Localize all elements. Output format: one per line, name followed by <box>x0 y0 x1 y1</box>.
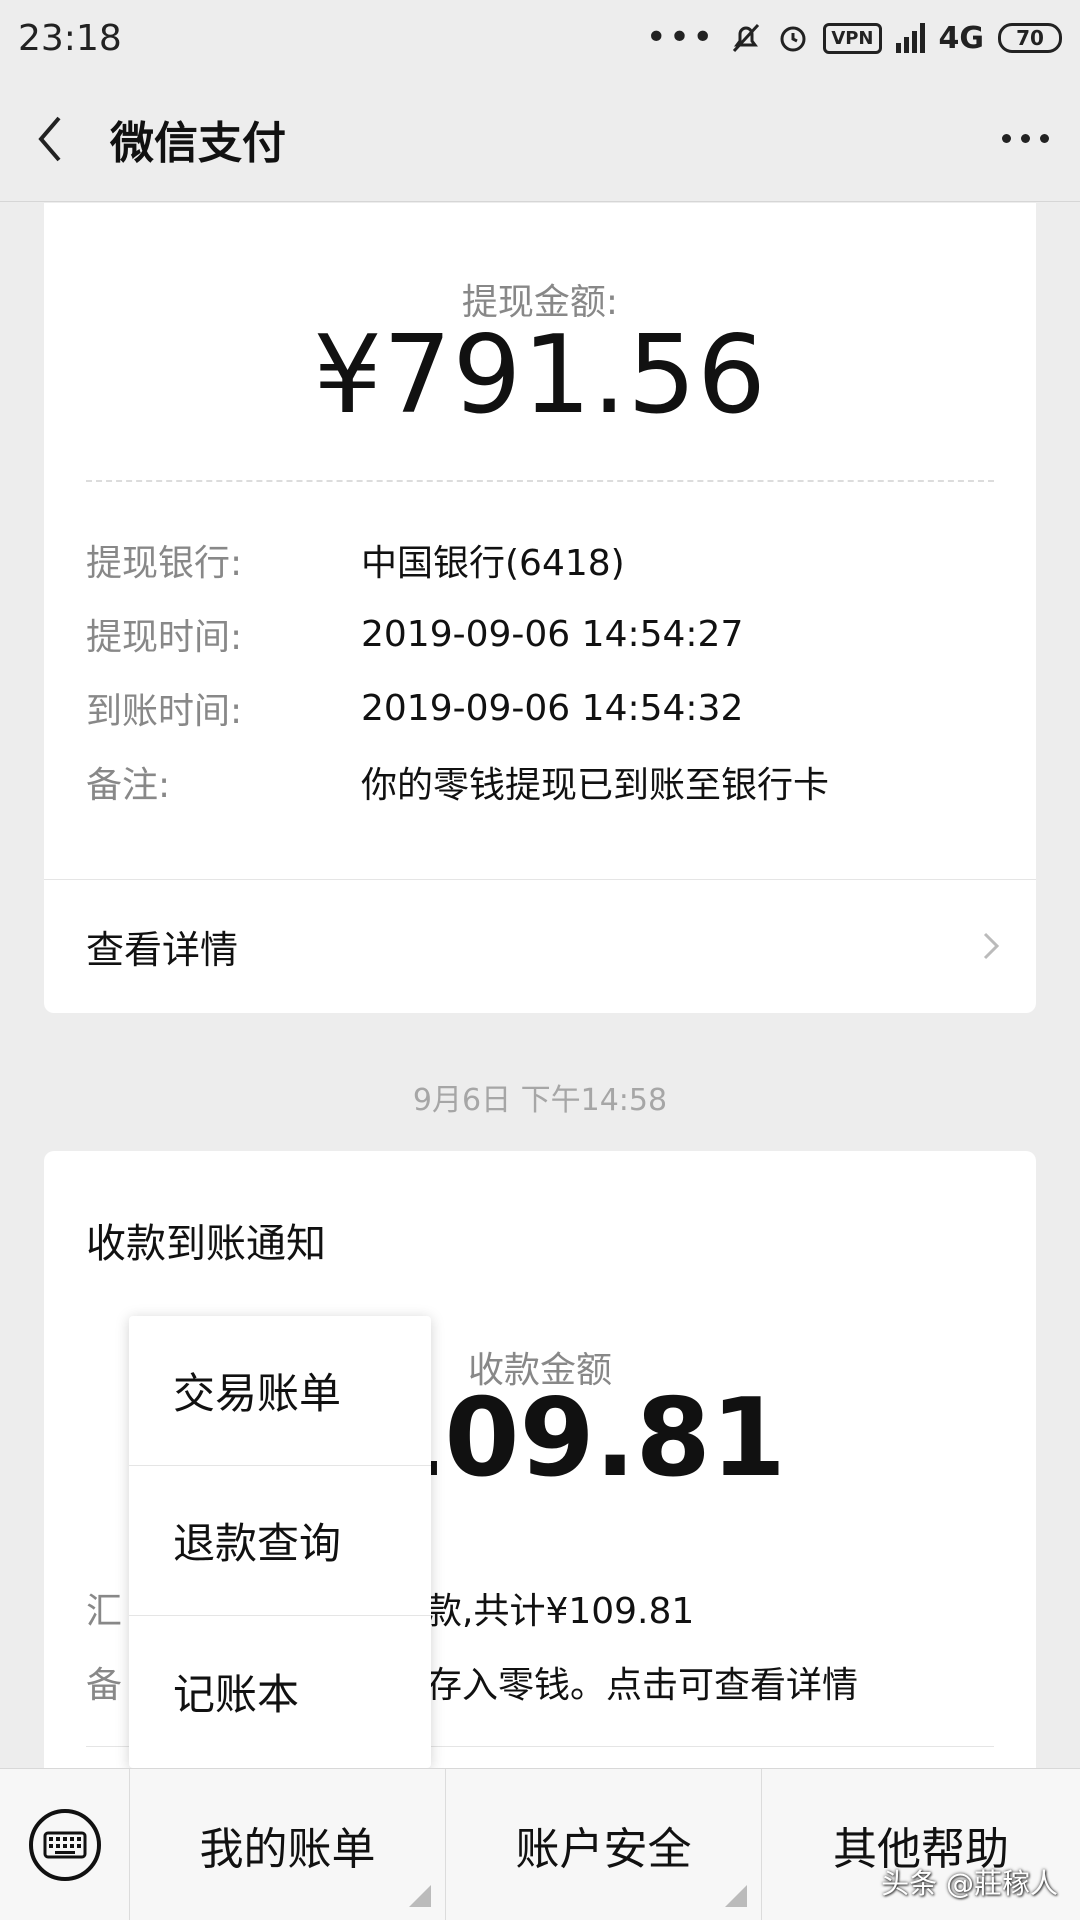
detail-value: 2019-09-06 14:54:32 <box>361 687 744 729</box>
receipt-title: 收款到账通知 <box>86 1221 326 1267</box>
more-dot-icon <box>1001 134 1011 143</box>
page-title: 微信支付 <box>110 117 286 169</box>
menu-item-account-book[interactable]: 记账本 <box>129 1616 431 1766</box>
bill-popup-menu: 交易账单 退款查询 记账本 <box>129 1316 431 1768</box>
detail-row-remark: 备注: 你的零钱提现已到账至银行卡 <box>86 745 994 819</box>
network-type: 4G <box>938 20 985 56</box>
detail-value: 款,共计¥109.81 <box>426 1591 695 1632</box>
message-timestamp: 9月6日 下午14:58 <box>412 1083 668 1118</box>
keyboard-toggle-button[interactable] <box>0 1768 130 1920</box>
view-details-link[interactable]: 查看详情 <box>86 880 1006 1012</box>
screen: 23:18 ••• VPN 4G 70 微信支付 提现金额: ¥791.56 提… <box>0 0 1080 1920</box>
detail-row-bank: 提现银行: 中国银行(6418) <box>86 523 994 597</box>
more-dot-icon <box>1020 134 1030 143</box>
detail-key: 备注: <box>86 765 171 806</box>
detail-value: 存入零钱。点击可查看详情 <box>426 1665 859 1706</box>
withdraw-card[interactable]: 提现金额: ¥791.56 提现银行: 中国银行(6418) 提现时间: 201… <box>44 203 1036 1013</box>
keyboard-icon <box>28 1808 101 1881</box>
view-details-label: 查看详情 <box>86 927 239 972</box>
signal-icon <box>895 23 925 53</box>
alarm-icon <box>780 26 806 52</box>
mute-bell-icon <box>733 23 760 53</box>
status-icons: ••• VPN 4G 70 <box>646 20 1062 56</box>
menu-item-transaction-bill[interactable]: 交易账单 <box>129 1316 431 1466</box>
submenu-indicator-icon <box>725 1884 747 1907</box>
back-arrow-icon <box>38 116 61 161</box>
more-dot-icon <box>1039 134 1049 143</box>
submenu-indicator-icon <box>409 1884 431 1907</box>
status-bar: 23:18 ••• VPN 4G 70 <box>0 0 1080 76</box>
withdraw-details: 提现银行: 中国银行(6418) 提现时间: 2019-09-06 14:54:… <box>86 523 994 819</box>
detail-row-withdraw-time: 提现时间: 2019-09-06 14:54:27 <box>86 597 994 671</box>
vpn-icon: VPN <box>823 22 882 54</box>
detail-key: 到账时间: <box>86 691 243 732</box>
nav-bar: 微信支付 <box>0 76 1080 202</box>
detail-key: 提现时间: <box>86 617 243 658</box>
withdraw-amount: ¥791.56 <box>313 313 767 438</box>
menu-item-refund-query[interactable]: 退款查询 <box>129 1466 431 1616</box>
detail-value: 你的零钱提现已到账至银行卡 <box>361 765 830 806</box>
back-button[interactable] <box>0 76 100 202</box>
tab-account-security[interactable]: 账户安全 <box>446 1768 762 1920</box>
tab-label: 我的账单 <box>199 1823 376 1875</box>
detail-key: 提现银行: <box>86 543 243 584</box>
status-time: 23:18 <box>18 17 122 59</box>
battery-icon: 70 <box>998 23 1062 53</box>
battery-level: 70 <box>1016 26 1044 50</box>
tab-label: 账户安全 <box>515 1823 692 1875</box>
chevron-right-icon <box>983 932 1000 960</box>
more-notifications-icon: ••• <box>645 17 716 58</box>
watermark: 头条 @莊稼人 <box>881 1867 1058 1900</box>
detail-value: 2019-09-06 14:54:27 <box>361 613 744 655</box>
detail-value: 中国银行(6418) <box>361 543 625 584</box>
dashed-divider <box>86 480 994 482</box>
tab-my-bills[interactable]: 我的账单 <box>130 1768 446 1920</box>
detail-row-arrival-time: 到账时间: 2019-09-06 14:54:32 <box>86 671 994 745</box>
more-button[interactable] <box>970 76 1080 202</box>
